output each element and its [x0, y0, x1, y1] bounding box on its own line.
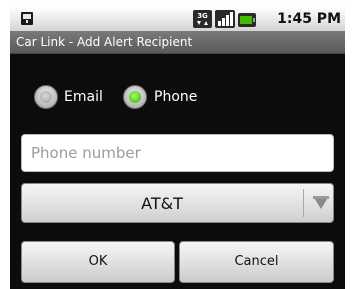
select-divider: [303, 189, 304, 217]
email-radio-dot: [40, 91, 52, 103]
network-type-label: 3G: [197, 12, 208, 20]
phone-radio[interactable]: [123, 85, 147, 109]
title-bar: Car Link - Add Alert Recipient: [10, 31, 345, 54]
phone-radio-label[interactable]: Phone: [154, 88, 197, 106]
carrier-select[interactable]: AT&T: [21, 183, 334, 223]
email-radio-label[interactable]: Email: [64, 88, 103, 106]
3g-icon: 3G: [193, 10, 212, 32]
status-bar: 3G 1:45 PM: [10, 7, 345, 31]
notification-icon: [20, 11, 34, 30]
chevron-down-icon[interactable]: [312, 195, 330, 215]
carrier-selected-value: AT&T: [141, 194, 183, 213]
alert-type-radio-group: Email Phone: [10, 83, 345, 113]
battery-icon: [238, 12, 256, 31]
signal-icon: [215, 10, 235, 32]
phone-radio-dot: [129, 91, 141, 103]
phone-number-input[interactable]: [21, 134, 334, 172]
ok-button[interactable]: OK: [21, 241, 175, 283]
cancel-button[interactable]: Cancel: [179, 241, 334, 283]
page-title: Car Link - Add Alert Recipient: [16, 35, 193, 49]
status-time: 1:45 PM: [277, 11, 341, 27]
app-window: 3G 1:45 PM Car Link - Add Alert Recipien…: [10, 7, 345, 289]
email-radio[interactable]: [34, 85, 58, 109]
